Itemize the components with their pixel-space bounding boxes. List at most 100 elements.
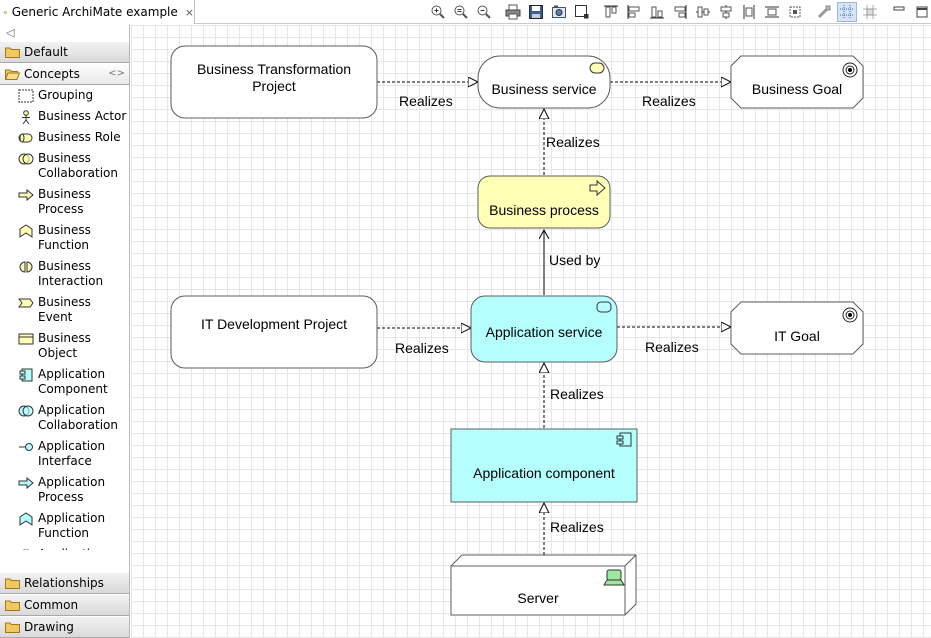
business-collaboration-icon (18, 153, 34, 165)
palette-bottom-drawers: Relationships Common Drawing (0, 572, 129, 638)
relation-label: Realizes (399, 93, 453, 109)
palette: ◁ Default Concepts <> Grouping Business A… (0, 25, 130, 638)
application-process-icon (18, 476, 34, 490)
palette-item-business-object[interactable]: Business Object (0, 328, 129, 364)
palette-item-application-interaction[interactable]: Application Interaction (0, 544, 129, 550)
business-event-icon (18, 298, 34, 308)
palette-item-label: Business Role (38, 130, 121, 144)
application-component-label: Application component (473, 465, 615, 481)
folder-icon (5, 622, 20, 633)
drawer-default[interactable]: Default (0, 41, 129, 63)
drawer-drawing[interactable]: Drawing (0, 616, 129, 638)
business-process-icon (18, 188, 34, 202)
business-process-label: Business process (489, 201, 599, 218)
save-icon[interactable] (526, 2, 546, 22)
palette-item-label: Business Interaction (38, 259, 104, 288)
drawer-common-label: Common (24, 598, 79, 612)
business-service-label: Business service (491, 80, 597, 97)
align-top-icon[interactable] (601, 2, 621, 22)
palette-item-grouping[interactable]: Grouping (0, 85, 129, 106)
palette-item-application-component[interactable]: Application Component (0, 364, 129, 400)
relation-label: Realizes (645, 339, 699, 355)
grid-icon[interactable] (837, 2, 857, 22)
format-painter-icon[interactable] (814, 2, 834, 22)
application-collaboration-icon (18, 405, 34, 417)
it-development-project-label: IT Development Project (200, 315, 348, 332)
relation-label: Realizes (550, 519, 604, 535)
open-folder-icon (5, 69, 20, 80)
relation-label: Realizes (546, 134, 600, 150)
palette-item-label: Application Process (38, 475, 106, 504)
drawer-relationships-label: Relationships (24, 576, 104, 590)
palette-item-label: Application Interaction (38, 547, 105, 550)
select-region-icon[interactable] (572, 2, 592, 22)
editor-tab[interactable]: Generic ArchiMate example × (0, 0, 195, 24)
business-goal-label: Business Goal (751, 80, 843, 97)
folder-icon (5, 600, 20, 611)
diagram-canvas[interactable]: Business Transformation Project Business… (131, 25, 931, 638)
palette-item-business-interaction[interactable]: Business Interaction (0, 256, 129, 292)
drawer-concepts[interactable]: Concepts <> (0, 63, 129, 85)
diagram-toolbar (428, 2, 931, 22)
application-service-label: Application service (485, 323, 603, 340)
business-role-icon (18, 133, 33, 143)
drawer-common[interactable]: Common (0, 594, 129, 616)
minimize-icon[interactable] (889, 2, 909, 22)
drawer-concepts-label: Concepts (24, 67, 80, 81)
align-middle-icon[interactable] (693, 2, 713, 22)
drawer-pin-icon[interactable]: <> (108, 68, 125, 79)
palette-item-business-function[interactable]: Business Function (0, 220, 129, 256)
drawer-default-label: Default (24, 45, 68, 59)
palette-item-business-role[interactable]: Business Role (0, 127, 129, 148)
relation-label: Used by (549, 252, 601, 268)
palette-item-application-interface[interactable]: Application Interface (0, 436, 129, 472)
export-image-icon[interactable] (549, 2, 569, 22)
print-icon[interactable] (503, 2, 523, 22)
palette-item-business-collaboration[interactable]: Business Collaboration (0, 148, 129, 184)
palette-item-label: Business Function (38, 223, 91, 252)
align-bottom-icon[interactable] (647, 2, 667, 22)
folder-icon (5, 578, 20, 589)
relation-label: Realizes (395, 340, 449, 356)
palette-item-application-function[interactable]: Application Function (0, 508, 129, 544)
concepts-list: Grouping Business Actor Business Role Busin… (0, 85, 129, 550)
archimate-diagram-icon (4, 10, 7, 14)
zoom-fit-icon[interactable] (451, 2, 471, 22)
business-function-icon (19, 224, 33, 238)
close-tab-icon[interactable]: × (185, 7, 194, 18)
palette-item-label: Application Interface (38, 439, 106, 468)
business-object-icon (18, 333, 34, 345)
business-interaction-icon (19, 261, 33, 273)
palette-item-business-actor[interactable]: Business Actor (0, 106, 129, 127)
application-component-icon (19, 368, 33, 382)
distribute-width-icon[interactable] (762, 2, 782, 22)
palette-item-application-collaboration[interactable]: Application Collaboration (0, 400, 129, 436)
server-label: Server (517, 590, 559, 606)
align-left-icon[interactable] (624, 2, 644, 22)
palette-item-label: Business Actor (38, 109, 127, 123)
palette-item-business-process[interactable]: Business Process (0, 184, 129, 220)
palette-item-label: Business Collaboration (38, 151, 118, 180)
grouping-icon (18, 89, 34, 103)
drawer-relationships[interactable]: Relationships (0, 572, 129, 594)
it-goal-label: IT Goal (774, 327, 820, 344)
zoom-in-icon[interactable] (428, 2, 448, 22)
zoom-out-icon[interactable] (474, 2, 494, 22)
palette-item-application-process[interactable]: Application Process (0, 472, 129, 508)
distribute-height-icon[interactable] (739, 2, 759, 22)
editor-tab-title: Generic ArchiMate example (11, 5, 178, 19)
align-right-icon[interactable] (670, 2, 690, 22)
application-interaction-icon (22, 549, 30, 550)
palette-item-label: Application Component (38, 367, 108, 396)
maximize-icon[interactable] (912, 2, 931, 22)
snap-to-grid-icon[interactable] (860, 2, 880, 22)
palette-item-business-event[interactable]: Business Event (0, 292, 129, 328)
palette-item-label: Application Collaboration (38, 403, 118, 432)
palette-item-label: Business Object (38, 331, 91, 360)
relation-label: Realizes (642, 93, 696, 109)
application-function-icon (19, 512, 33, 526)
align-center-icon[interactable] (716, 2, 736, 22)
palette-collapse-icon[interactable]: ◁ (0, 25, 129, 41)
match-size-icon[interactable] (785, 2, 805, 22)
palette-item-label: Business Process (38, 187, 91, 216)
